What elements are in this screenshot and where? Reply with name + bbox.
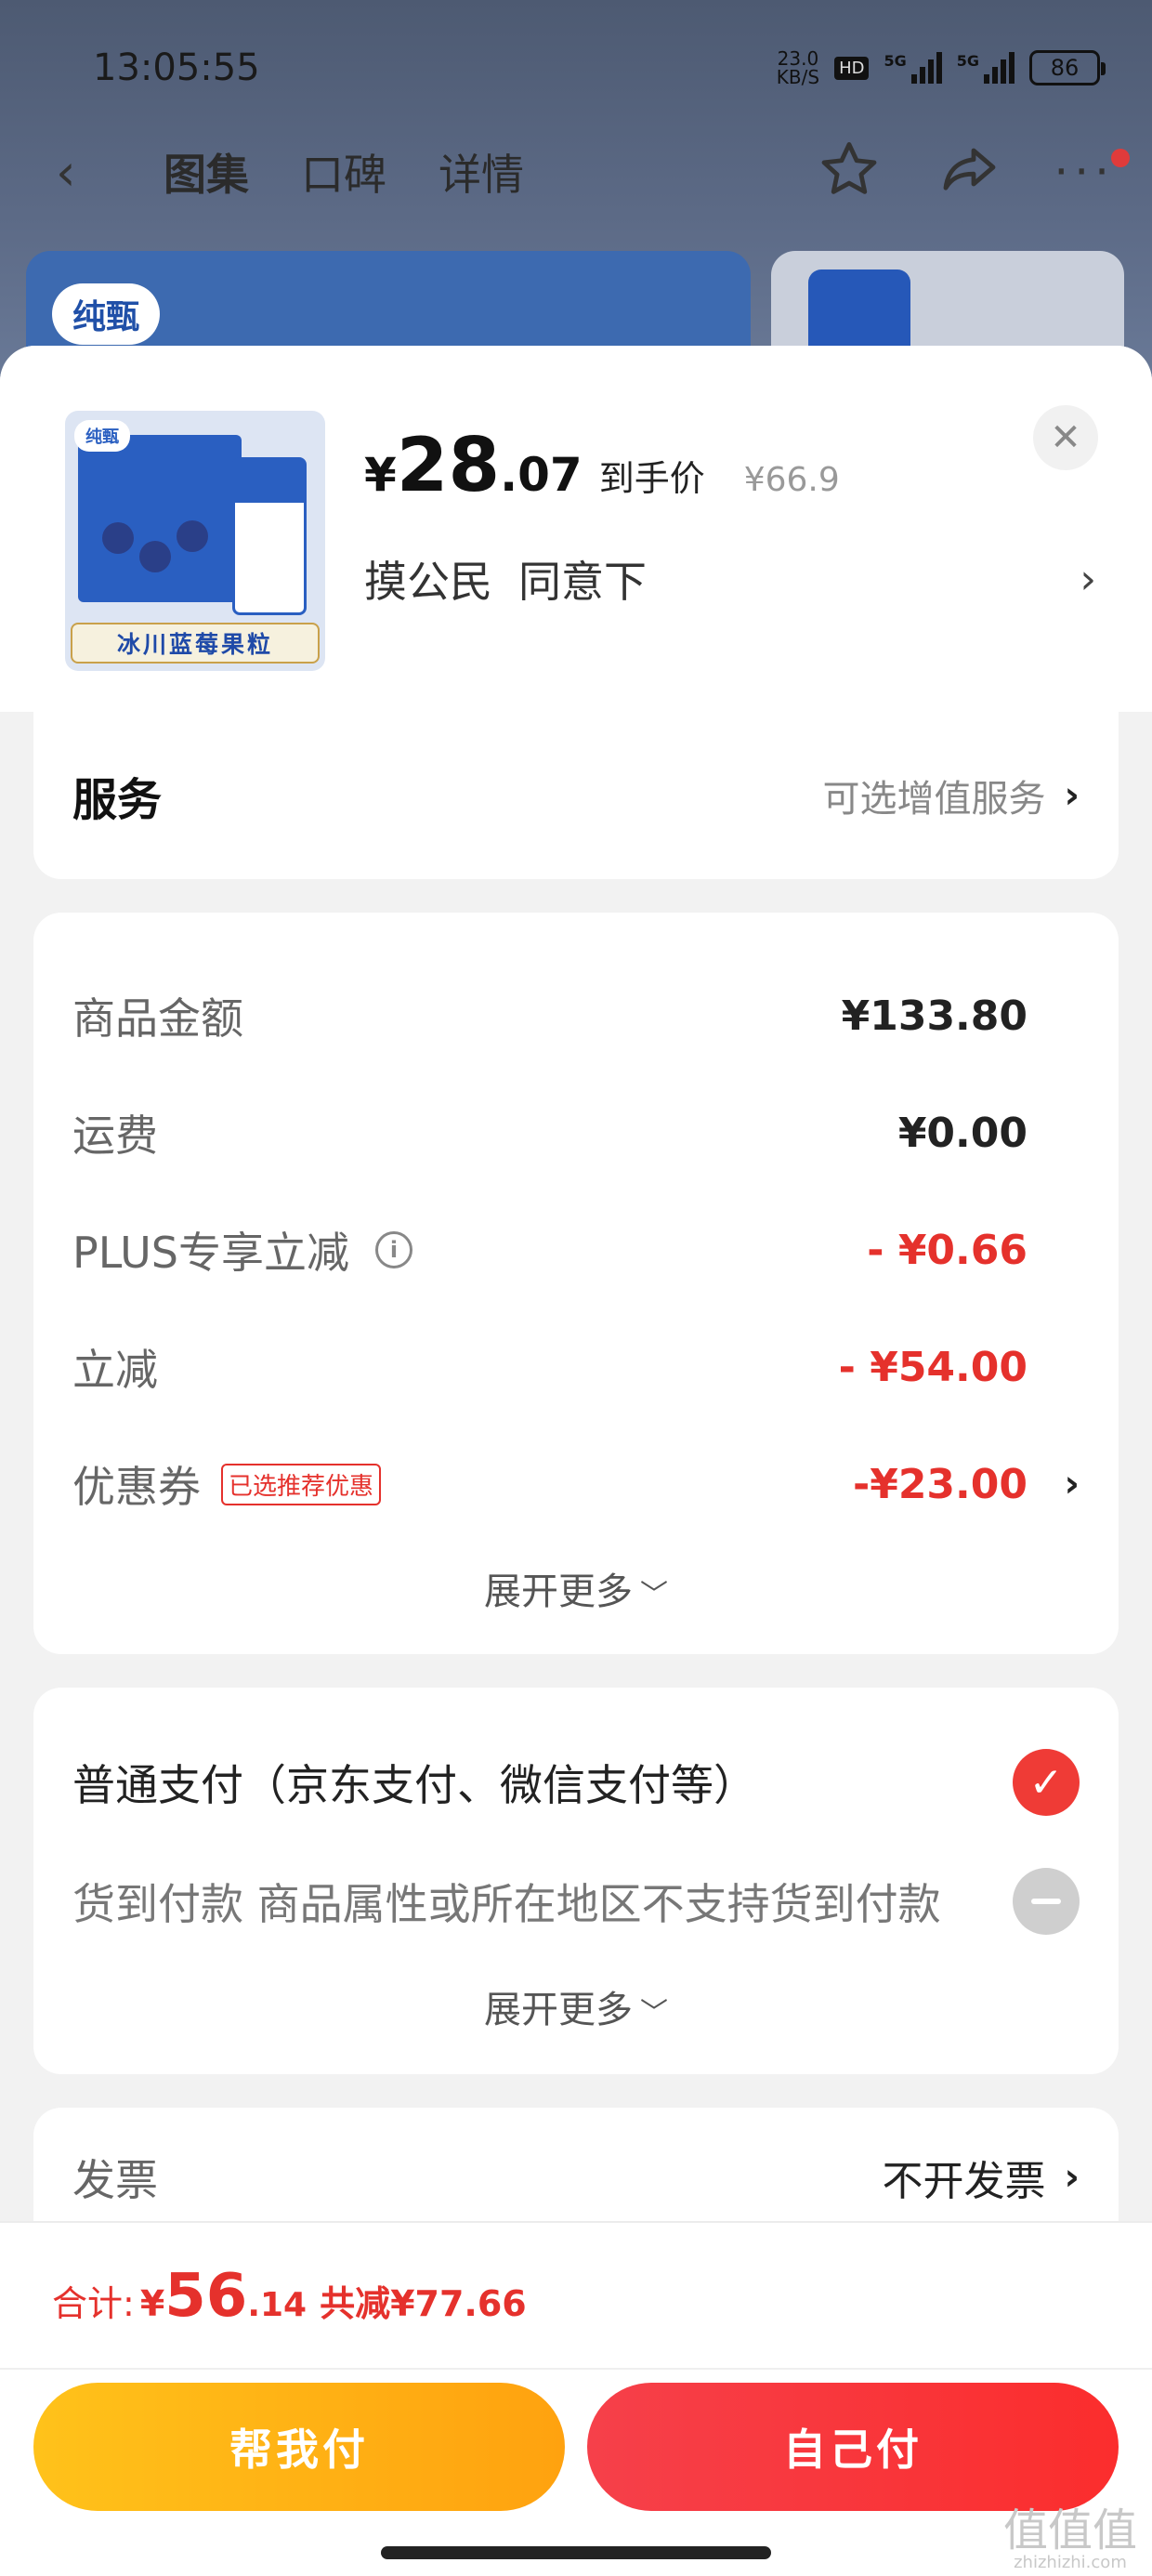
chevron-right-icon: › <box>1064 774 1080 817</box>
chevron-right-icon: › <box>1080 555 1096 603</box>
product-thumbnail[interactable]: 纯甄 冰川蓝莓果粒 <box>65 411 325 671</box>
thumb-brand-logo: 纯甄 <box>74 420 130 452</box>
favorite-star-icon[interactable] <box>816 137 883 207</box>
checkmark-icon[interactable]: ✓ <box>1013 1749 1080 1816</box>
chevron-right-icon: › <box>1064 1463 1080 1505</box>
product-header: 纯甄 冰川蓝莓果粒 ¥ 28 .07 到手价 ¥66.9 ✕ 摸公民 同意下 › <box>0 346 1152 712</box>
amount-breakdown: 商品金额 ¥133.80 运费 ¥0.00 PLUS专享立减 i - ¥0.66 … <box>33 913 1119 1654</box>
coupon-badge: 已选推荐优惠 <box>221 1463 382 1505</box>
amount-row-shipping: 运费 ¥0.00 <box>72 1109 1028 1162</box>
service-title: 服务 <box>72 774 163 826</box>
chevron-down-icon: ﹀ <box>640 1579 668 1611</box>
status-time: 13:05:55 <box>93 46 260 89</box>
payment-methods: 普通支付（京东支付、微信支付等） ✓ 货到付款 商品属性或所在地区不支持货到付款… <box>33 1688 1119 2074</box>
total-saved: 共减¥77.66 <box>320 2283 527 2324</box>
tab-details[interactable]: 详情 <box>439 141 524 203</box>
close-icon[interactable]: ✕ <box>1033 405 1098 470</box>
price-integer: 28 <box>396 422 501 508</box>
original-price: ¥66.9 <box>743 461 840 499</box>
total-label: 合计: <box>52 2283 135 2324</box>
signal-icon-2: 5G <box>957 52 1015 84</box>
address-row[interactable]: 摸公民 同意下 › <box>364 548 1096 610</box>
home-indicator[interactable] <box>381 2546 771 2559</box>
service-row[interactable]: 服务 可选增值服务 › <box>33 712 1119 879</box>
total-decimal: .14 <box>247 2286 308 2324</box>
payment-option-cod: 货到付款 商品属性或所在地区不支持货到付款 <box>33 1842 1119 1961</box>
network-speed: 23.0 KB/S <box>776 47 820 88</box>
back-icon[interactable]: ‹ <box>56 143 111 202</box>
help-pay-button[interactable]: 帮我付 <box>33 2383 565 2511</box>
info-icon[interactable]: i <box>374 1231 412 1268</box>
chevron-down-icon: ﹀ <box>640 1997 668 2030</box>
amount-row-subtotal: 商品金额 ¥133.80 <box>72 992 1028 1045</box>
hd-icon: HD <box>834 56 870 80</box>
address-detail: 同意下 <box>518 557 647 607</box>
thumb-banner: 冰川蓝莓果粒 <box>71 623 320 664</box>
top-nav: ‹ 图集 口碑 详情 ··· <box>56 137 1130 207</box>
amount-row-plus-discount: PLUS专享立减 i - ¥0.66 <box>72 1226 1028 1279</box>
price-line: ¥ 28 .07 到手价 ¥66.9 <box>364 422 840 508</box>
divider <box>0 2368 1152 2370</box>
price-decimal: .07 <box>500 448 583 502</box>
price-tag: 到手价 <box>598 458 705 499</box>
background-brand-logo: 纯甄 <box>52 283 160 345</box>
payment-expand-more-button[interactable]: 展开更多 ﹀ <box>33 1961 1119 2046</box>
tab-reviews[interactable]: 口碑 <box>301 141 386 203</box>
amount-row-instant-discount: 立减 - ¥54.00 <box>72 1343 1028 1396</box>
amount-row-coupon[interactable]: 优惠券 已选推荐优惠 -¥23.00 › <box>33 1426 1119 1543</box>
invoice-label: 发票 <box>72 2155 158 2205</box>
price-currency: ¥ <box>364 448 397 502</box>
battery-icon: 86 <box>1029 50 1106 85</box>
status-bar: 13:05:55 23.0 KB/S HD 5G 5G 86 <box>93 45 1106 91</box>
service-hint: 可选增值服务 <box>822 778 1046 821</box>
share-icon[interactable] <box>935 137 1001 207</box>
expand-more-button[interactable]: 展开更多 ﹀ <box>33 1543 1119 1628</box>
disabled-icon <box>1013 1868 1080 1935</box>
invoice-value: 不开发票 <box>882 2158 1046 2205</box>
signal-icon: 5G <box>884 52 942 84</box>
watermark: 值值值 zhizhizhi.com <box>1002 2504 1137 2572</box>
address-name: 摸公民 <box>364 557 492 607</box>
payment-option-normal[interactable]: 普通支付（京东支付、微信支付等） ✓ <box>33 1723 1119 1842</box>
tab-gallery[interactable]: 图集 <box>164 141 249 203</box>
total-line: 合计: ¥ 56 .14 共减¥77.66 <box>52 2262 527 2331</box>
self-pay-button[interactable]: 自己付 <box>587 2383 1119 2511</box>
total-integer: 56 <box>164 2262 248 2331</box>
checkout-footer: 合计: ¥ 56 .14 共减¥77.66 帮我付 自己付 值值值 zhizhi… <box>0 2221 1152 2576</box>
chevron-right-icon: › <box>1064 2156 1080 2199</box>
more-menu-icon[interactable]: ··· <box>1054 145 1130 199</box>
